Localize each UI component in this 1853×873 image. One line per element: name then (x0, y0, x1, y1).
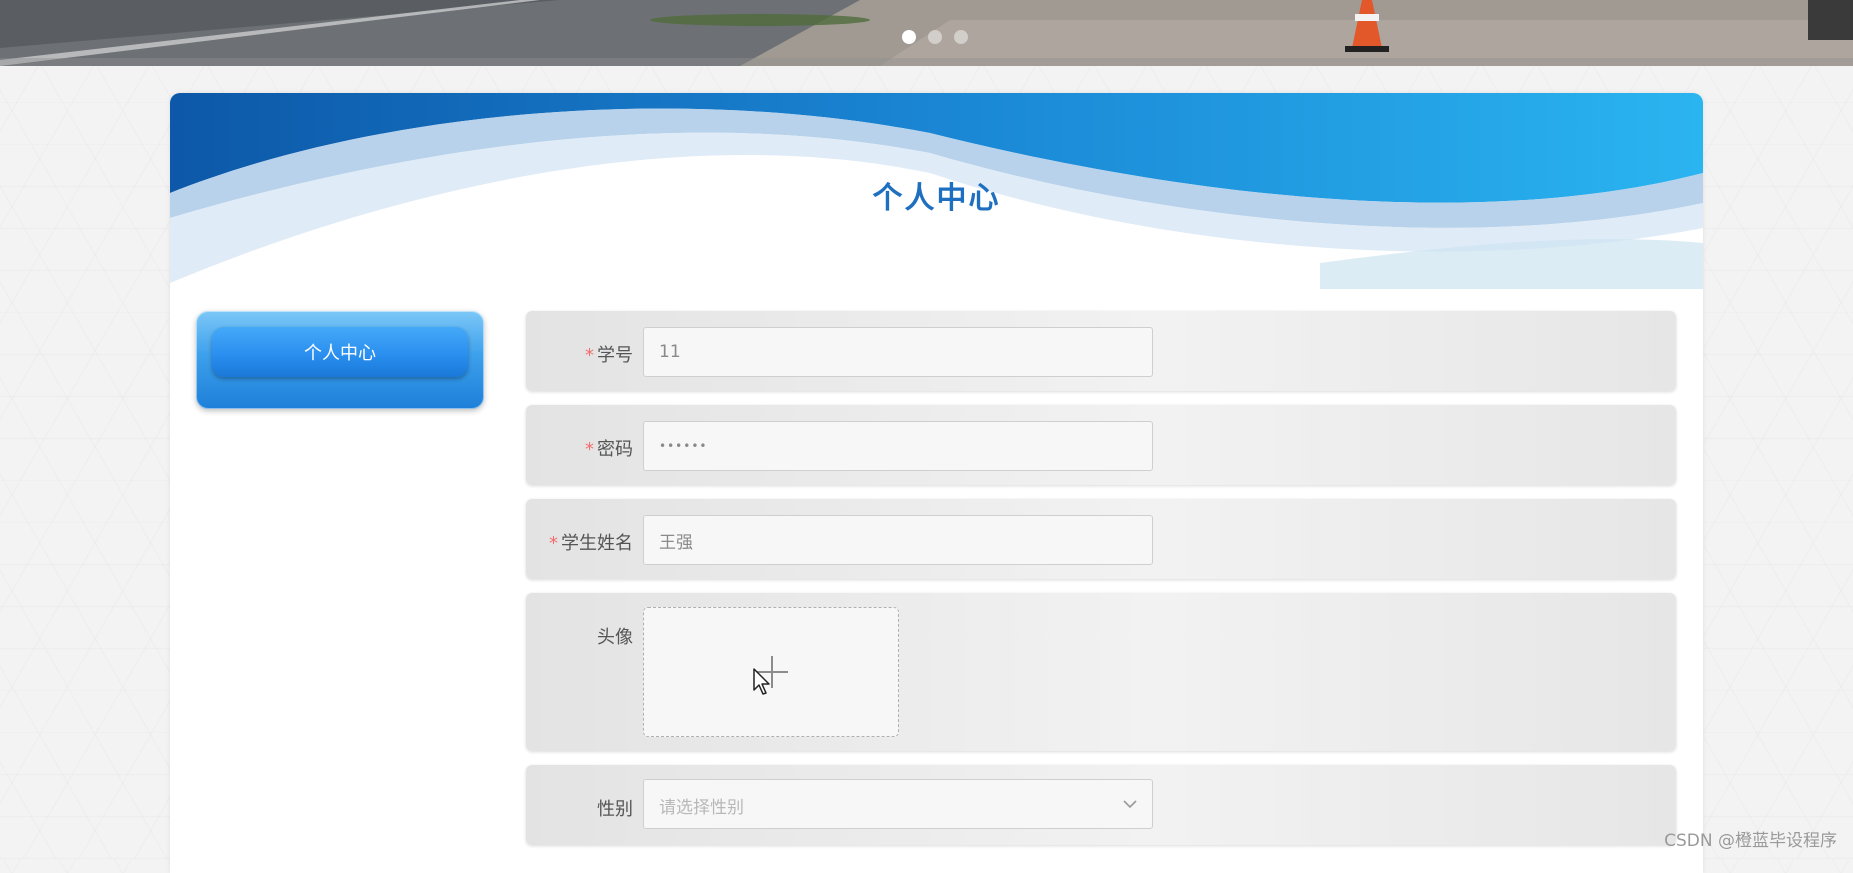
profile-card: 个人中心 个人中心 *学号 *密码 *学生姓名 头像 (170, 93, 1703, 873)
banner-carousel (0, 0, 1853, 66)
carousel-dot-1[interactable] (902, 30, 916, 44)
gender-select[interactable]: 请选择性别 (643, 779, 1153, 829)
student-id-label-text: 学号 (597, 345, 633, 366)
chevron-down-icon (1123, 800, 1137, 809)
password-label: * 密码 (585, 435, 633, 461)
avatar-upload[interactable] (643, 607, 899, 737)
form-row-student-id: * 学号 (526, 311, 1676, 391)
form-row-avatar: 头像 (526, 593, 1676, 751)
form-row-password: * 密码 (526, 405, 1676, 485)
required-mark: * (549, 533, 558, 554)
form-row-student-name: * 学生姓名 (526, 499, 1676, 579)
sidebar-item-profile[interactable]: 个人中心 (212, 327, 468, 377)
gender-label: 性别 (597, 799, 633, 820)
card-header: 个人中心 (170, 93, 1703, 289)
student-id-label: * 学号 (585, 341, 633, 367)
page-title: 个人中心 (872, 181, 1001, 216)
sidebar-menu: 个人中心 (196, 311, 484, 409)
password-input[interactable] (643, 421, 1153, 471)
required-mark: * (585, 439, 594, 460)
student-name-input[interactable] (643, 515, 1153, 565)
student-name-label: * 学生姓名 (549, 529, 633, 555)
mouse-cursor-icon (753, 668, 770, 695)
student-id-input[interactable] (643, 327, 1153, 377)
carousel-indicators (902, 30, 968, 44)
required-mark: * (585, 345, 594, 366)
carousel-dot-3[interactable] (954, 30, 968, 44)
form-row-gender: 性别 请选择性别 (526, 765, 1676, 845)
carousel-dot-2[interactable] (928, 30, 942, 44)
watermark: CSDN @橙蓝毕设程序 (1664, 831, 1837, 851)
gender-select-placeholder: 请选择性别 (659, 798, 744, 818)
student-name-label-text: 学生姓名 (561, 533, 633, 554)
password-label-text: 密码 (597, 439, 633, 460)
avatar-label: 头像 (597, 627, 633, 648)
